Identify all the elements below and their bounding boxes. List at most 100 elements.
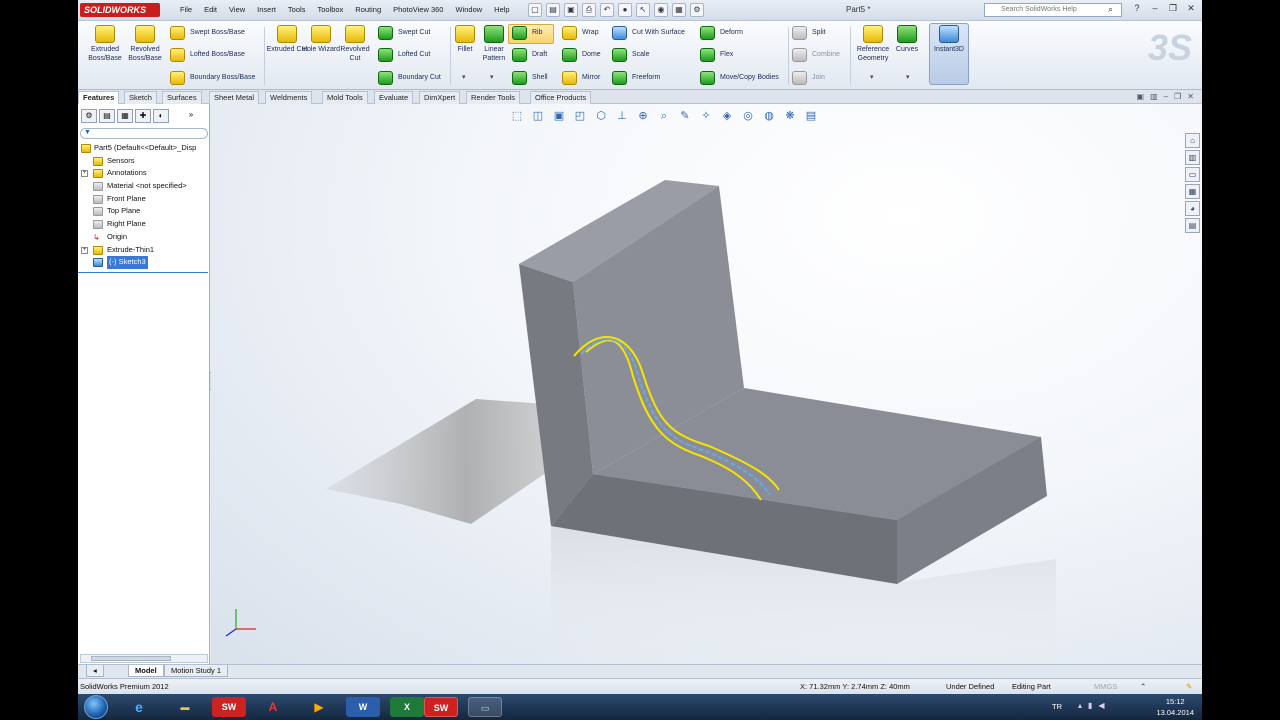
menu-help[interactable]: Help — [488, 5, 515, 14]
minimize-icon[interactable]: – — [1148, 3, 1162, 14]
curves-button[interactable]: Curves — [890, 25, 924, 54]
menu-view[interactable]: View — [223, 5, 251, 14]
view-palette-icon[interactable]: ▦ — [1185, 184, 1200, 199]
nav-first-icon[interactable]: ◂ — [86, 665, 104, 677]
save-icon[interactable]: ▣ — [564, 3, 578, 17]
search-icon[interactable]: ⌕ — [1108, 4, 1113, 15]
viewport-split-icon[interactable]: ▥ — [1150, 92, 1158, 101]
deform-button[interactable]: Deform — [700, 25, 743, 41]
dome-button[interactable]: Dome — [562, 47, 601, 63]
custom-properties-icon[interactable]: ▤ — [1185, 218, 1200, 233]
tree-item-origin[interactable]: ↳ Origin — [78, 231, 210, 244]
design-library-icon[interactable]: ▥ — [1185, 150, 1200, 165]
boundary-cut-button[interactable]: Boundary Cut — [378, 70, 441, 86]
tree-item-right-plane[interactable]: Right Plane — [78, 218, 210, 231]
tree-item-top-plane[interactable]: Top Plane — [78, 205, 210, 218]
undo-icon[interactable]: ↶ — [600, 3, 614, 17]
swept-cut-button[interactable]: Swept Cut — [378, 25, 430, 41]
appearances-icon[interactable]: ◕ — [1185, 201, 1200, 216]
tree-item-annotations[interactable]: + Annotations — [78, 167, 210, 180]
open-folder-icon[interactable]: ▤ — [546, 3, 560, 17]
pattern-dropdown-icon[interactable]: ▾ — [490, 73, 494, 81]
tree-item-sensors[interactable]: Sensors — [78, 155, 210, 168]
ref-geometry-dropdown-icon[interactable]: ▾ — [870, 73, 874, 81]
select-arrow-icon[interactable]: ↖ — [636, 3, 650, 17]
internet-explorer-icon[interactable]: e — [122, 697, 156, 717]
configuration-manager-tab-icon[interactable]: ▦ — [117, 109, 133, 123]
tab-weldments[interactable]: Weldments — [265, 91, 313, 104]
keyboard-language[interactable]: TR — [1052, 702, 1062, 711]
word-icon[interactable]: W — [346, 697, 380, 717]
status-units[interactable]: MMGS — [1094, 679, 1117, 694]
menu-photoview[interactable]: PhotoView 360 — [387, 5, 449, 14]
flex-button[interactable]: Flex — [700, 47, 733, 63]
help-search-input[interactable]: Search SolidWorks Help — [984, 3, 1122, 17]
media-player-icon[interactable]: ▶ — [302, 697, 336, 717]
tab-surfaces[interactable]: Surfaces — [162, 91, 202, 104]
lofted-cut-button[interactable]: Lofted Cut — [378, 47, 430, 63]
cut-with-surface-button[interactable]: Cut With Surface — [612, 25, 685, 41]
combine-button[interactable]: Combine — [792, 47, 840, 63]
split-button[interactable]: Split — [792, 25, 826, 41]
menu-edit[interactable]: Edit — [198, 5, 223, 14]
close-icon[interactable]: ✕ — [1184, 3, 1198, 14]
tree-item-extrude-thin1[interactable]: + Extrude-Thin1 — [78, 244, 210, 257]
volume-icon[interactable]: ◀ — [1098, 701, 1104, 710]
menu-window[interactable]: Window — [449, 5, 488, 14]
freeform-button[interactable]: Freeform — [612, 70, 660, 86]
expand-plus-icon[interactable]: + — [81, 170, 88, 178]
graphics-area[interactable]: ⬚ ◫ ▣ ◰ ⬡ ⊥ ⊕ ⌕ ✎ ✧ ◈ ◎ ◍ ❋ ▤ — [211, 104, 1202, 664]
wrap-button[interactable]: Wrap — [562, 25, 599, 41]
curves-dropdown-icon[interactable]: ▾ — [906, 73, 910, 81]
options-gear-icon[interactable]: ⚙ — [690, 3, 704, 17]
swept-boss-button[interactable]: Swept Boss/Base — [170, 25, 245, 41]
acrobat-icon[interactable]: A — [256, 697, 290, 717]
tab-features[interactable]: Features — [78, 91, 120, 104]
tray-expand-icon[interactable]: ▴ — [1078, 701, 1082, 710]
viewport-restore-icon[interactable]: ❐ — [1174, 92, 1181, 101]
open-window-icon[interactable]: ▭ — [468, 697, 502, 717]
extruded-boss-button[interactable]: Extruded Boss/Base — [84, 25, 126, 63]
start-button-icon[interactable] — [84, 695, 108, 719]
move-copy-bodies-button[interactable]: Move/Copy Bodies — [700, 70, 779, 86]
lofted-boss-button[interactable]: Lofted Boss/Base — [170, 47, 245, 63]
scale-button[interactable]: Scale — [612, 47, 650, 63]
mirror-button[interactable]: Mirror — [562, 70, 600, 86]
new-document-icon[interactable]: ▢ — [528, 3, 542, 17]
tab-motion-study-1[interactable]: Motion Study 1 — [164, 665, 229, 677]
tree-item-material[interactable]: Material <not specified> — [78, 180, 210, 193]
shell-button[interactable]: Shell — [512, 70, 548, 86]
menu-file[interactable]: File — [174, 5, 198, 14]
boundary-boss-button[interactable]: Boundary Boss/Base — [170, 70, 255, 86]
print-icon[interactable]: ⎙ — [582, 3, 596, 17]
3d-model-view[interactable] — [211, 104, 1202, 664]
tab-mold-tools[interactable]: Mold Tools — [322, 91, 368, 104]
rib-button[interactable]: Rib — [512, 25, 543, 41]
expand-plus-icon[interactable]: + — [81, 246, 88, 254]
solidworks-logo[interactable]: SOLIDWORKS — [80, 3, 160, 17]
scrollbar-thumb[interactable] — [91, 656, 171, 661]
help-question-icon[interactable]: ? — [1130, 3, 1144, 14]
display-manager-tab-icon[interactable]: ◐ — [153, 109, 169, 123]
join-button[interactable]: Join — [792, 70, 825, 86]
dimxpert-manager-tab-icon[interactable]: ✚ — [135, 109, 151, 123]
status-expand-icon[interactable]: ⌃ — [1140, 679, 1146, 694]
tree-item-front-plane[interactable]: Front Plane — [78, 193, 210, 206]
menu-toolbox[interactable]: Toolbox — [311, 5, 349, 14]
tree-filter-input[interactable]: ▼ — [80, 128, 208, 139]
fillet-dropdown-icon[interactable]: ▾ — [462, 73, 466, 81]
tab-evaluate[interactable]: Evaluate — [374, 91, 414, 104]
revolved-cut-button[interactable]: Revolved Cut — [334, 25, 376, 63]
viewport-minimize-icon[interactable]: – — [1164, 92, 1168, 101]
menu-insert[interactable]: Insert — [251, 5, 282, 14]
tree-rollback-bar[interactable] — [78, 272, 208, 273]
resources-home-icon[interactable]: ⌂ — [1185, 133, 1200, 148]
file-explorer-folder-icon[interactable]: ▬ — [168, 697, 202, 717]
excel-icon[interactable]: X — [390, 697, 424, 717]
tab-render-tools[interactable]: Render Tools — [466, 91, 521, 104]
restore-icon[interactable]: ❐ — [1166, 3, 1180, 14]
panel-expand-chevron-icon[interactable]: » — [183, 109, 199, 123]
rebuild-icon[interactable]: ◉ — [654, 3, 668, 17]
menu-tools[interactable]: Tools — [282, 5, 312, 14]
viewport-tile-icon[interactable]: ▣ — [1137, 92, 1145, 101]
